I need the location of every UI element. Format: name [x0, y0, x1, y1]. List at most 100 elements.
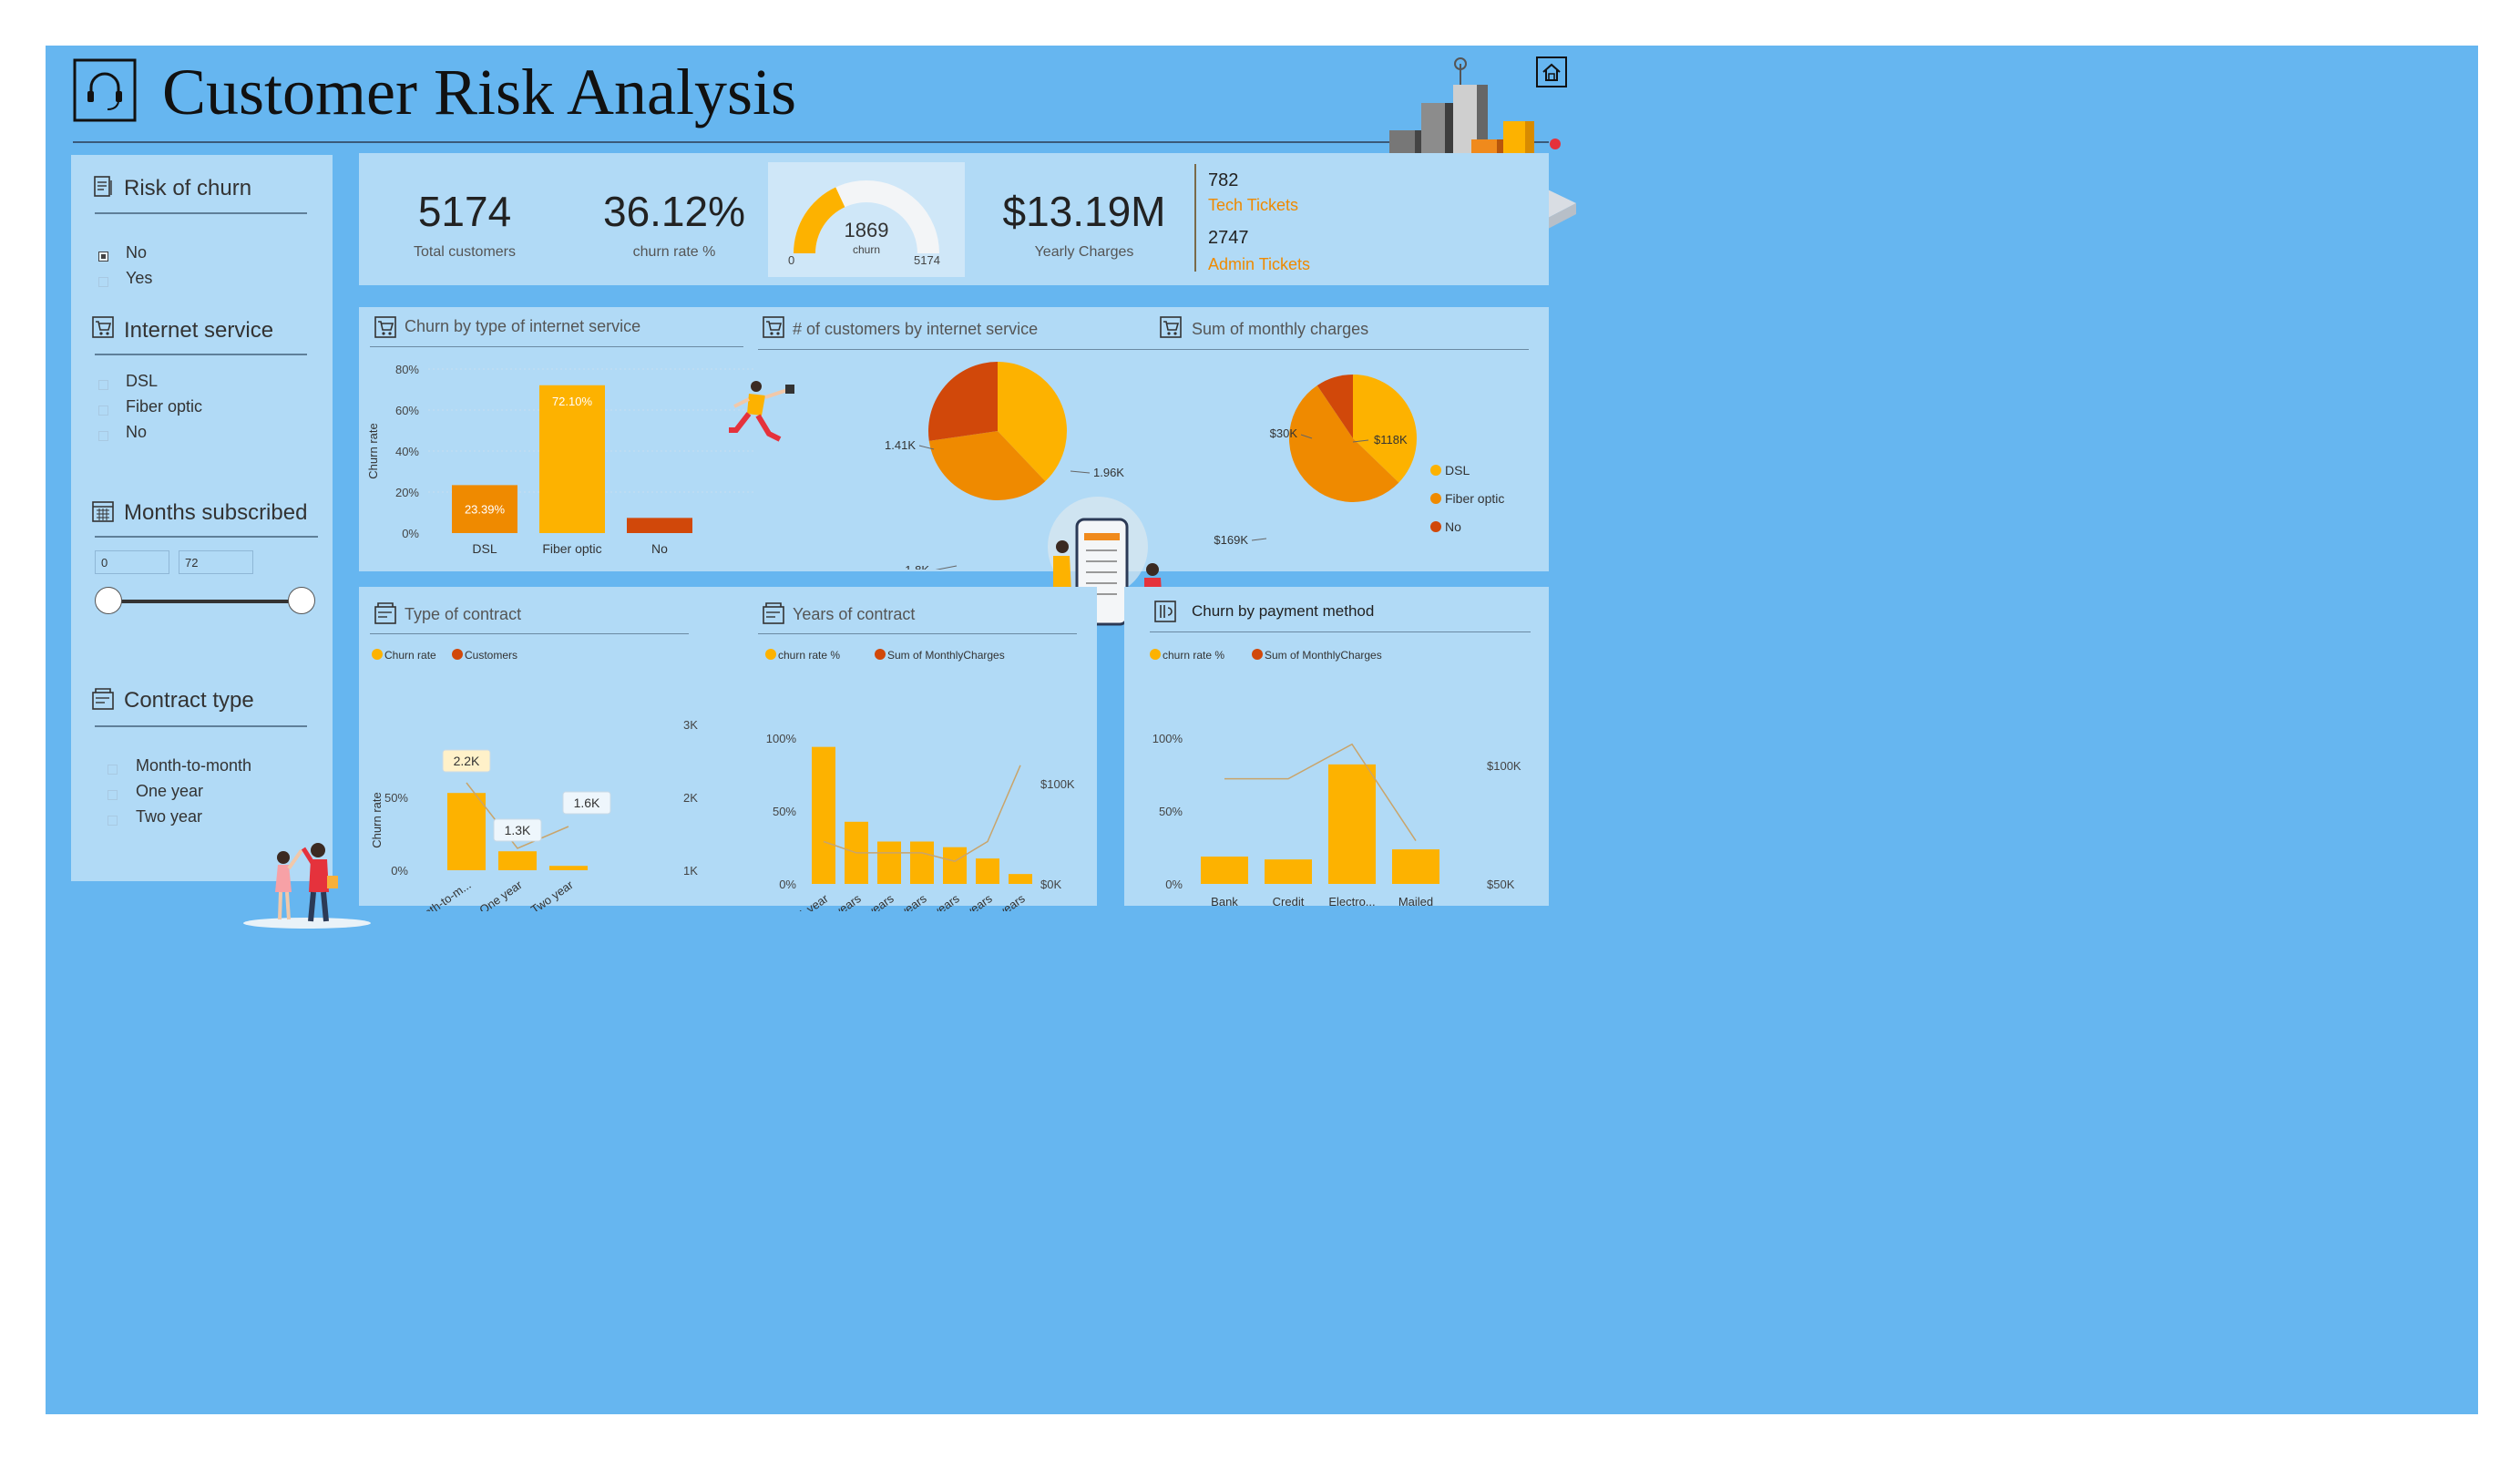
pie-label: $118K	[1374, 433, 1408, 447]
legend-label: Customers	[465, 649, 517, 662]
x-tick-label: Electro...check	[1328, 895, 1375, 911]
option-risk-yes[interactable]: Yes	[126, 269, 152, 288]
pie-label: 1.96K	[1093, 466, 1124, 479]
kpi-churn-rate-value: 36.12%	[602, 188, 745, 235]
bar	[1265, 859, 1312, 884]
months-min-input[interactable]: 0	[95, 550, 169, 574]
gauge-min: 0	[788, 253, 795, 267]
bar	[1009, 874, 1032, 884]
admin-tickets-value: 2747	[1208, 228, 1249, 248]
checkbox-internet-no[interactable]	[98, 431, 108, 441]
leader-line	[935, 565, 958, 570]
calendar-icon	[92, 501, 114, 522]
chart-divider	[370, 633, 689, 634]
chart-divider	[1155, 349, 1529, 350]
bar	[976, 858, 999, 884]
chart-title-type-contract: Type of contract	[405, 605, 522, 623]
y-tick-label: 0%	[402, 527, 419, 540]
kpi-churn-rate-label: churn rate %	[632, 244, 716, 260]
legend-label: Sum of MonthlyCharges	[887, 649, 1005, 662]
months-slider-track	[109, 600, 302, 603]
x-tick-label: One year	[476, 878, 525, 911]
pie-label: $30K	[1270, 426, 1298, 440]
kpi-yearly-charges-label: Yearly Charges	[1034, 244, 1134, 260]
chart-title-churn-internet: Churn by type of internet service	[405, 317, 641, 335]
legend-label: DSL	[1445, 463, 1470, 477]
chart-title-customers-internet: # of customers by internet service	[793, 320, 1039, 338]
chart-title-years-contract: Years of contract	[793, 605, 916, 623]
series-line	[1224, 743, 1417, 842]
x-tick-label: Banktransfer(autom...	[1201, 895, 1247, 911]
legend-marker	[372, 649, 383, 660]
checkbox-internet-fiber[interactable]	[98, 406, 108, 416]
admin-tickets-label: Admin Tickets	[1208, 255, 1311, 273]
years-of-contract-chart: churn rate % Sum of MonthlyCharges 0% 50% 10…	[765, 649, 1075, 911]
slicer-internet-divider	[95, 354, 307, 355]
legend-marker	[1430, 465, 1441, 476]
option-internet-fiber[interactable]: Fiber optic	[126, 397, 202, 416]
option-contract-two[interactable]: Two year	[136, 807, 202, 827]
y-tick-label: 0%	[391, 864, 408, 878]
y-tick-label: 100%	[1152, 732, 1183, 745]
bar	[498, 851, 537, 870]
y2-tick-label: $100K	[1040, 777, 1075, 791]
data-label: 1.6K	[574, 796, 600, 810]
x-tick-label: DSL	[472, 541, 497, 556]
tickets-divider	[1194, 164, 1196, 272]
x-tick-label: Fiber optic	[542, 541, 601, 556]
cart-icon	[1160, 316, 1182, 338]
legend-marker	[1150, 649, 1161, 660]
months-max-input[interactable]: 72	[179, 550, 253, 574]
months-slider-min-handle[interactable]	[95, 587, 122, 614]
legend-marker	[765, 649, 776, 660]
y2-tick-label: 2K	[683, 791, 698, 805]
chart-title-payment: Churn by payment method	[1192, 602, 1375, 620]
y2-tick-label: 3K	[683, 718, 698, 732]
chart-divider	[1150, 631, 1531, 632]
slicer-months-divider	[95, 536, 318, 538]
gauge-max: 5174	[914, 253, 940, 267]
checkbox-contract-two[interactable]	[108, 816, 118, 826]
checkbox-contract-month[interactable]	[108, 765, 118, 775]
slicer-internet-title: Internet service	[124, 318, 274, 343]
slicer-risk-title: Risk of churn	[124, 176, 252, 200]
legend-marker	[1430, 521, 1441, 532]
option-internet-no[interactable]: No	[126, 423, 147, 442]
option-internet-dsl[interactable]: DSL	[126, 372, 158, 391]
option-contract-month[interactable]: Month-to-month	[136, 756, 251, 775]
pie-label: 1.8K	[905, 563, 929, 570]
bar	[1328, 764, 1376, 884]
checkbox-risk-yes[interactable]	[98, 277, 108, 287]
x-tick-label: Mailedcheck	[1398, 895, 1433, 911]
tech-tickets-value: 782	[1208, 170, 1239, 190]
legend-label: churn rate %	[1163, 649, 1224, 662]
legend-marker	[452, 649, 463, 660]
x-tick-label: < 1 year	[787, 891, 831, 911]
y2-tick-label: $0K	[1040, 878, 1061, 891]
checkbox-contract-one[interactable]	[108, 790, 118, 800]
kpi-yearly-charges-value: $13.19M	[1002, 188, 1166, 235]
chart-divider	[758, 633, 1077, 634]
contract-icon	[92, 688, 114, 710]
option-risk-no[interactable]: No	[126, 243, 147, 262]
chart-divider	[370, 346, 743, 347]
contract-icon	[374, 602, 396, 624]
months-slider-max-handle[interactable]	[288, 587, 315, 614]
y-tick-label: 50%	[773, 805, 796, 818]
people-illustration	[243, 843, 371, 929]
runner-illustration	[729, 381, 794, 442]
bar	[943, 847, 967, 884]
slicer-contract-divider	[95, 725, 307, 727]
y-axis-label: Churn rate	[370, 792, 384, 847]
legend-label: No	[1445, 519, 1461, 534]
cart-icon	[763, 316, 784, 338]
y2-tick-label: 1K	[683, 864, 698, 878]
checkbox-internet-dsl[interactable]	[98, 380, 108, 390]
x-tick-label: No	[651, 541, 668, 556]
x-tick-label: Two year	[528, 878, 576, 911]
gauge-value: 1869	[844, 219, 889, 241]
checkbox-risk-no[interactable]	[98, 252, 108, 262]
kpi-total-customers-value: 5174	[417, 188, 512, 235]
x-tick-label: Month-to-m...	[408, 878, 474, 911]
option-contract-one[interactable]: One year	[136, 782, 203, 801]
